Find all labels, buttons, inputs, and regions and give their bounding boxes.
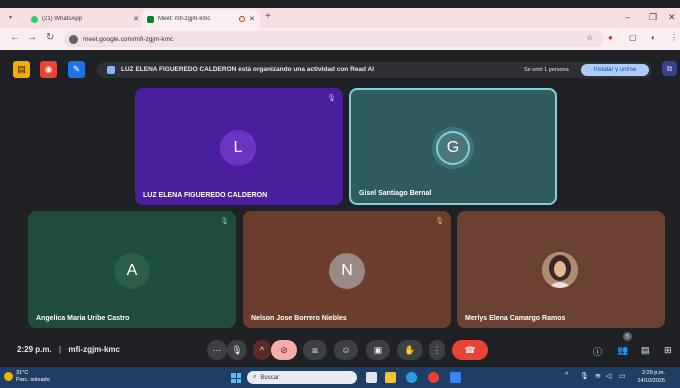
participant-name: Gisel Santiago Bernal bbox=[359, 190, 432, 197]
mic-icon[interactable]: 🎙 bbox=[227, 340, 247, 360]
kebab-menu-icon[interactable]: ⋮ bbox=[670, 33, 678, 42]
raise-hand-icon[interactable]: ✋ bbox=[397, 340, 423, 360]
meet-icon bbox=[147, 15, 154, 23]
search-label: Buscar bbox=[260, 374, 280, 381]
install-button[interactable]: Instalar y unirse bbox=[581, 64, 649, 76]
read-ai-icon bbox=[107, 66, 115, 74]
browser-tab-bar: ▾ (21) WhatsApp ✕ Meet: mfi-zgjm-kmc ✕ +… bbox=[0, 8, 680, 28]
participant-tile[interactable]: G Gisel Santiago Bernal bbox=[349, 88, 557, 205]
search-icon: ⌕ bbox=[253, 374, 257, 380]
volume-icon[interactable]: ◁ bbox=[606, 372, 611, 380]
notice-message: LUZ ELENA FIGUEREDO CALDERON está organi… bbox=[121, 66, 375, 73]
participant-name: Angelica Maria Uribe Castro bbox=[36, 315, 130, 322]
edit-icon[interactable]: ✎ bbox=[68, 61, 85, 78]
screen: ▾ (21) WhatsApp ✕ Meet: mfi-zgjm-kmc ✕ +… bbox=[0, 0, 680, 388]
edge-icon[interactable] bbox=[406, 372, 417, 383]
record-icon[interactable]: ◉ bbox=[40, 61, 57, 78]
meeting-controls: 2:29 p.m. | mfi-zgjm-kmc ⋯ 🎙 ^ ⊘ ⧈ ☺ ▣ ✋… bbox=[0, 336, 680, 364]
participant-tile[interactable]: 🎙 N Nelson Jose Borrero Niebles bbox=[243, 211, 451, 328]
more-audio-options-button[interactable]: ⋯ bbox=[207, 340, 227, 360]
present-icon[interactable]: ▣ bbox=[366, 340, 390, 360]
tab-title: Meet: mfi-zgjm-kmc bbox=[158, 16, 211, 22]
people-icon[interactable]: 👥 bbox=[617, 345, 628, 356]
whatsapp-icon bbox=[31, 15, 38, 23]
avatar: N bbox=[329, 253, 365, 289]
plus-icon[interactable]: + bbox=[265, 11, 271, 22]
weather-text: Parc. soleado bbox=[16, 377, 50, 383]
avatar: G bbox=[436, 131, 470, 165]
video-options-button[interactable]: ^ bbox=[253, 340, 271, 360]
close-window-icon[interactable]: ✕ bbox=[668, 12, 676, 23]
star-icon[interactable]: ☆ bbox=[586, 33, 593, 42]
tab-meet[interactable]: Meet: mfi-zgjm-kmc ✕ bbox=[142, 10, 260, 28]
restore-icon[interactable]: ❐ bbox=[649, 12, 657, 23]
mic-icon: 🎙 bbox=[220, 218, 229, 225]
camera-off-icon[interactable]: ⊘ bbox=[271, 340, 297, 360]
reload-icon[interactable]: ↻ bbox=[46, 32, 54, 43]
close-icon[interactable]: ✕ bbox=[133, 15, 139, 23]
joined-count: Se unió 1 persona bbox=[524, 67, 569, 73]
system-date: 14/10/2025 bbox=[637, 378, 665, 384]
avatar: A bbox=[114, 253, 150, 289]
minimize-icon[interactable]: – bbox=[625, 12, 630, 22]
participant-tile[interactable]: 🎙 A Angelica Maria Uribe Castro bbox=[28, 211, 236, 328]
arrow-left-icon[interactable]: ← bbox=[10, 32, 20, 43]
microphone-tray-icon[interactable]: 🎙 bbox=[580, 372, 589, 380]
leave-call-button[interactable]: ☎ bbox=[452, 340, 488, 360]
side-panel-icon[interactable]: ⧉ bbox=[662, 61, 677, 76]
profile-icon[interactable]: ◐ bbox=[651, 33, 656, 42]
meeting-info: 2:29 p.m. | mfi-zgjm-kmc bbox=[17, 345, 120, 354]
info-icon[interactable]: ⓘ bbox=[593, 345, 602, 358]
participant-tile[interactable]: Merlys Elena Camargo Ramos bbox=[457, 211, 665, 328]
wifi-icon[interactable]: ≋ bbox=[595, 372, 601, 380]
participant-name: Nelson Jose Borrero Niebles bbox=[251, 315, 347, 322]
url-text: meet.google.com/mfi-zgjm-kmc bbox=[83, 35, 174, 43]
participant-tile[interactable]: 🎙 L LUZ ELENA FIGUEREDO CALDERON bbox=[135, 88, 343, 205]
chevron-up-icon[interactable]: ^ bbox=[565, 372, 568, 379]
captions-icon[interactable]: ⧈ bbox=[303, 340, 327, 360]
tab-whatsapp[interactable]: (21) WhatsApp ✕ bbox=[26, 10, 144, 28]
meet-banner: ▤ ◉ ✎ LUZ ELENA FIGUEREDO CALDERON está … bbox=[0, 54, 680, 84]
chevron-down-icon[interactable]: ▾ bbox=[9, 14, 12, 21]
tab-title: (21) WhatsApp bbox=[42, 16, 83, 22]
more-options-icon[interactable]: ⋮ bbox=[429, 340, 445, 360]
system-time: 2:29 p.m. bbox=[642, 370, 665, 376]
mic-off-icon: 🎙 bbox=[327, 95, 336, 102]
extension-icon[interactable]: ● bbox=[608, 33, 613, 42]
file-explorer-icon[interactable] bbox=[385, 372, 396, 383]
read-ai-notice: LUZ ELENA FIGUEREDO CALDERON está organi… bbox=[97, 62, 652, 78]
arrow-right-icon[interactable]: → bbox=[27, 32, 37, 43]
sun-icon bbox=[4, 372, 13, 381]
notes-icon[interactable]: ▤ bbox=[13, 61, 30, 78]
meeting-time: 2:29 p.m. bbox=[17, 345, 52, 354]
participant-name: Merlys Elena Camargo Ramos bbox=[465, 315, 566, 322]
site-info-icon[interactable] bbox=[69, 34, 78, 44]
url-field[interactable]: meet.google.com/mfi-zgjm-kmc bbox=[64, 31, 604, 47]
close-icon[interactable]: ✕ bbox=[249, 15, 255, 23]
chat-icon[interactable]: ▤ bbox=[641, 345, 650, 356]
emoji-icon[interactable]: ☺ bbox=[334, 340, 358, 360]
profile-photo-icon bbox=[542, 252, 578, 288]
participant-name: LUZ ELENA FIGUEREDO CALDERON bbox=[143, 192, 268, 199]
recording-icon bbox=[239, 16, 246, 22]
battery-icon[interactable]: ▭ bbox=[619, 372, 626, 380]
avatar: L bbox=[220, 130, 256, 166]
participant-photo bbox=[542, 252, 578, 288]
sidepanel-icon[interactable]: ▢ bbox=[629, 33, 637, 42]
weather-widget[interactable]: 31°C Parc. soleado bbox=[4, 370, 50, 384]
mic-icon: 🎙 bbox=[435, 218, 444, 225]
participants-count-badge: 5 bbox=[623, 332, 632, 341]
temperature: 31°C bbox=[16, 370, 29, 376]
meeting-code: mfi-zgjm-kmc bbox=[68, 345, 120, 354]
taskbar-search[interactable]: ⌕ Buscar bbox=[247, 371, 357, 384]
windows-start-icon[interactable] bbox=[231, 373, 241, 383]
chrome-icon[interactable] bbox=[428, 372, 439, 383]
task-view-icon[interactable] bbox=[366, 372, 377, 383]
system-clock[interactable]: 2:29 p.m. 14/10/2025 bbox=[633, 369, 665, 385]
os-taskbar: 31°C Parc. soleado ⌕ Buscar ^ 🎙 ≋ ◁ ▭ 2:… bbox=[0, 367, 680, 388]
store-icon[interactable] bbox=[450, 372, 461, 383]
browser-address-bar: ← → ↻ meet.google.com/mfi-zgjm-kmc ☆ ● ▢… bbox=[0, 28, 680, 50]
activities-icon[interactable]: ⊞ bbox=[664, 345, 672, 356]
